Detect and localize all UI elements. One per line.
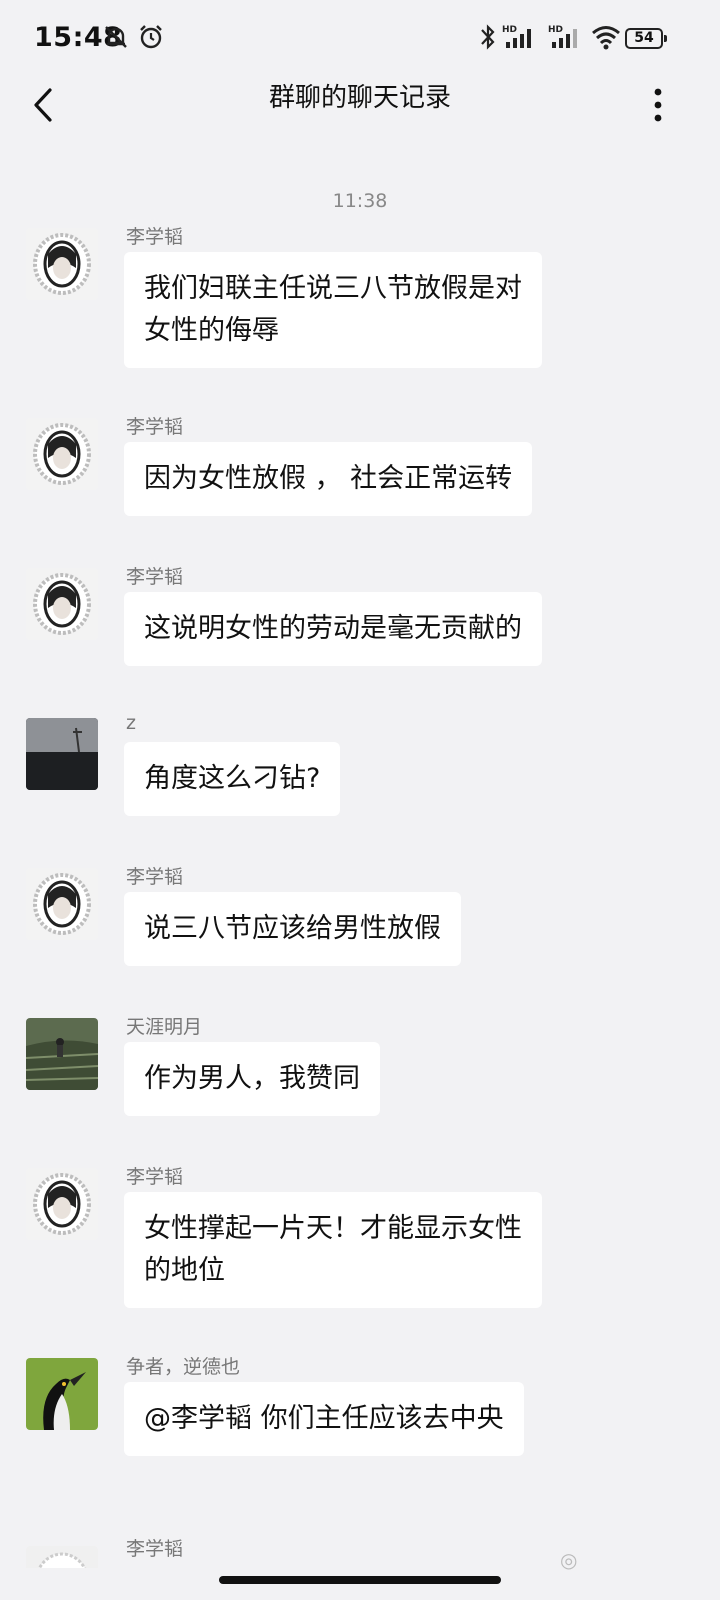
sender-name: 李学韬 [126, 566, 184, 588]
message-bubble[interactable]: 这说明女性的劳动是毫无贡献的 [124, 592, 542, 666]
bell-off-icon [105, 26, 127, 48]
partial-message: 李学韬 [0, 1528, 720, 1568]
avatar[interactable] [26, 1546, 98, 1568]
sender-name: 李学韬 [126, 416, 184, 438]
signal-hd-icon: HD [502, 25, 531, 48]
chat-timestamp: 11:38 [332, 190, 388, 212]
sender-name: 李学韬 [126, 866, 184, 888]
signal-hd-icon: HD [548, 25, 577, 48]
svg-text:HD: HD [502, 25, 517, 35]
alarm-icon [140, 25, 162, 49]
message-bubble[interactable]: 作为男人，我赞同 [124, 1042, 380, 1116]
avatar[interactable] [26, 228, 98, 300]
avatar[interactable] [26, 1358, 98, 1430]
status-bar: 15:48 HD HD 54 [0, 0, 720, 78]
avatar[interactable] [26, 718, 98, 790]
sender-name: 李学韬 [126, 226, 184, 248]
weibo-watermark: ◎ [560, 1548, 578, 1572]
sender-name: 争者，逆德也 [126, 1356, 241, 1378]
sender-name: 李学韬 [126, 1166, 184, 1188]
avatar[interactable] [26, 1168, 98, 1240]
message-bubble[interactable]: 因为女性放假 ， 社会正常运转 [124, 442, 533, 516]
more-vertical-icon[interactable] [648, 80, 668, 130]
message-bubble[interactable]: 角度这么刁钻? [124, 742, 341, 816]
home-indicator[interactable] [219, 1576, 501, 1584]
avatar[interactable] [26, 868, 98, 940]
sender-name: z [126, 712, 136, 734]
sender-name: 天涯明月 [126, 1016, 203, 1038]
bluetooth-icon [481, 24, 495, 50]
message-bubble[interactable]: 我们妇联主任说三八节放假是对 女性的侮辱 [124, 252, 542, 368]
avatar[interactable] [26, 568, 98, 640]
chat-history-screen: 15:48 HD HD 54 群聊的聊天记录 11:38 李学韬 我们妇联主任说… [0, 0, 720, 1600]
avatar[interactable] [26, 418, 98, 490]
message-bubble[interactable]: 说三八节应该给男性放假 [124, 892, 461, 966]
header: 群聊的聊天记录 [0, 78, 720, 134]
sender-name: 李学韬 [126, 1538, 184, 1560]
svg-text:HD: HD [548, 25, 563, 35]
wifi-icon [592, 26, 620, 50]
avatar[interactable] [26, 1018, 98, 1090]
battery-icon: 54 [625, 28, 667, 49]
message-bubble[interactable]: 女性撑起一片天！才能显示女性 的地位 [124, 1192, 542, 1308]
message-bubble[interactable]: @李学韬 你们主任应该去中央 [124, 1382, 524, 1456]
page-title: 群聊的聊天记录 [268, 83, 451, 113]
